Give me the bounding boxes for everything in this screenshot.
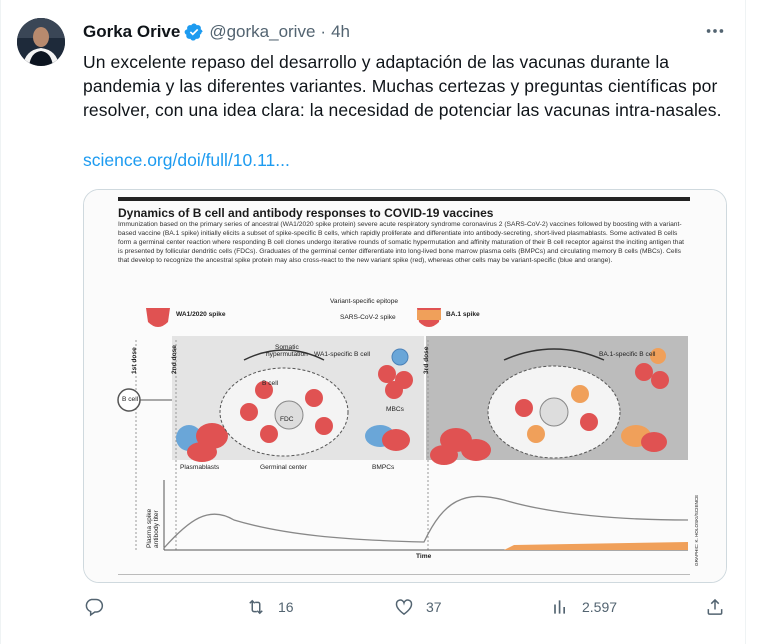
label-somatic-hypermutation: Somatic hypermutation — [266, 344, 308, 358]
reply-button[interactable] — [84, 597, 116, 617]
label-ba1-spike: BA.1 spike — [446, 311, 480, 318]
share-icon — [707, 598, 723, 615]
label-y-axis: Plasma spike antibody titer — [146, 508, 160, 548]
views-icon — [554, 600, 565, 614]
tweet-header: Gorka Orive @gorka_orive · 4h — [83, 22, 350, 42]
label-plasmablasts: Plasmablasts — [180, 464, 220, 471]
timestamp[interactable]: 4h — [331, 22, 350, 42]
label-fdc: FDC — [280, 416, 294, 423]
tweet-actions: 16 37 2.597 — [0, 597, 762, 623]
left-divider — [0, 0, 1, 644]
reply-icon — [85, 598, 104, 617]
label-dose-3: 3rd dose — [423, 346, 430, 374]
share-button[interactable] — [705, 597, 725, 617]
avatar[interactable] — [17, 18, 65, 66]
label-dose-2: 2nd dose — [171, 345, 178, 374]
figure-caption: Immunization based on the primary series… — [118, 221, 685, 264]
label-variant-epitope: Variant-specific epitope — [330, 298, 399, 305]
view-count: 2.597 — [582, 599, 618, 615]
label-dose-1: 1st dose — [131, 347, 138, 374]
label-b-cell: B cell — [122, 396, 139, 403]
label-sars-spike: SARS-CoV-2 spike — [340, 314, 396, 321]
retweet-button[interactable]: 16 — [246, 597, 294, 617]
tweet-link[interactable]: science.org/doi/full/10.11... — [83, 150, 290, 171]
label-credit: GRAPHIC: K. HOLOSKI/SCIENCE — [694, 494, 699, 566]
author-name[interactable]: Gorka Orive — [83, 22, 180, 42]
like-count: 37 — [426, 599, 442, 615]
views-button[interactable]: 2.597 — [550, 597, 617, 617]
label-b-cell-gc: B cell — [262, 380, 279, 387]
author-handle[interactable]: @gorka_orive — [209, 22, 315, 42]
figure-title: Dynamics of B cell and antibody response… — [118, 206, 494, 220]
tweet-text: Un excelente repaso del desarrollo y ada… — [83, 52, 722, 120]
label-wa1-bcell: WA1-specific B cell — [314, 351, 371, 358]
retweet-icon — [249, 599, 263, 615]
dot-separator: · — [320, 22, 327, 41]
label-mbcs: MBCs — [386, 406, 404, 413]
verified-badge-icon — [184, 23, 203, 41]
right-divider — [745, 0, 746, 644]
label-x-axis: Time — [416, 553, 432, 560]
like-button[interactable]: 37 — [394, 597, 442, 617]
label-wa1-spike: WA1/2020 spike — [176, 311, 226, 318]
tweet-media-image[interactable]: Dynamics of B cell and antibody response… — [83, 189, 727, 583]
label-ba1-bcell: BA.1-specific B cell — [599, 351, 656, 358]
more-options-icon[interactable] — [704, 20, 726, 42]
label-bmpcs: BMPCs — [372, 464, 395, 471]
label-germinal-center: Germinal center — [260, 464, 307, 471]
heart-icon — [395, 599, 413, 615]
retweet-count: 16 — [278, 599, 294, 615]
